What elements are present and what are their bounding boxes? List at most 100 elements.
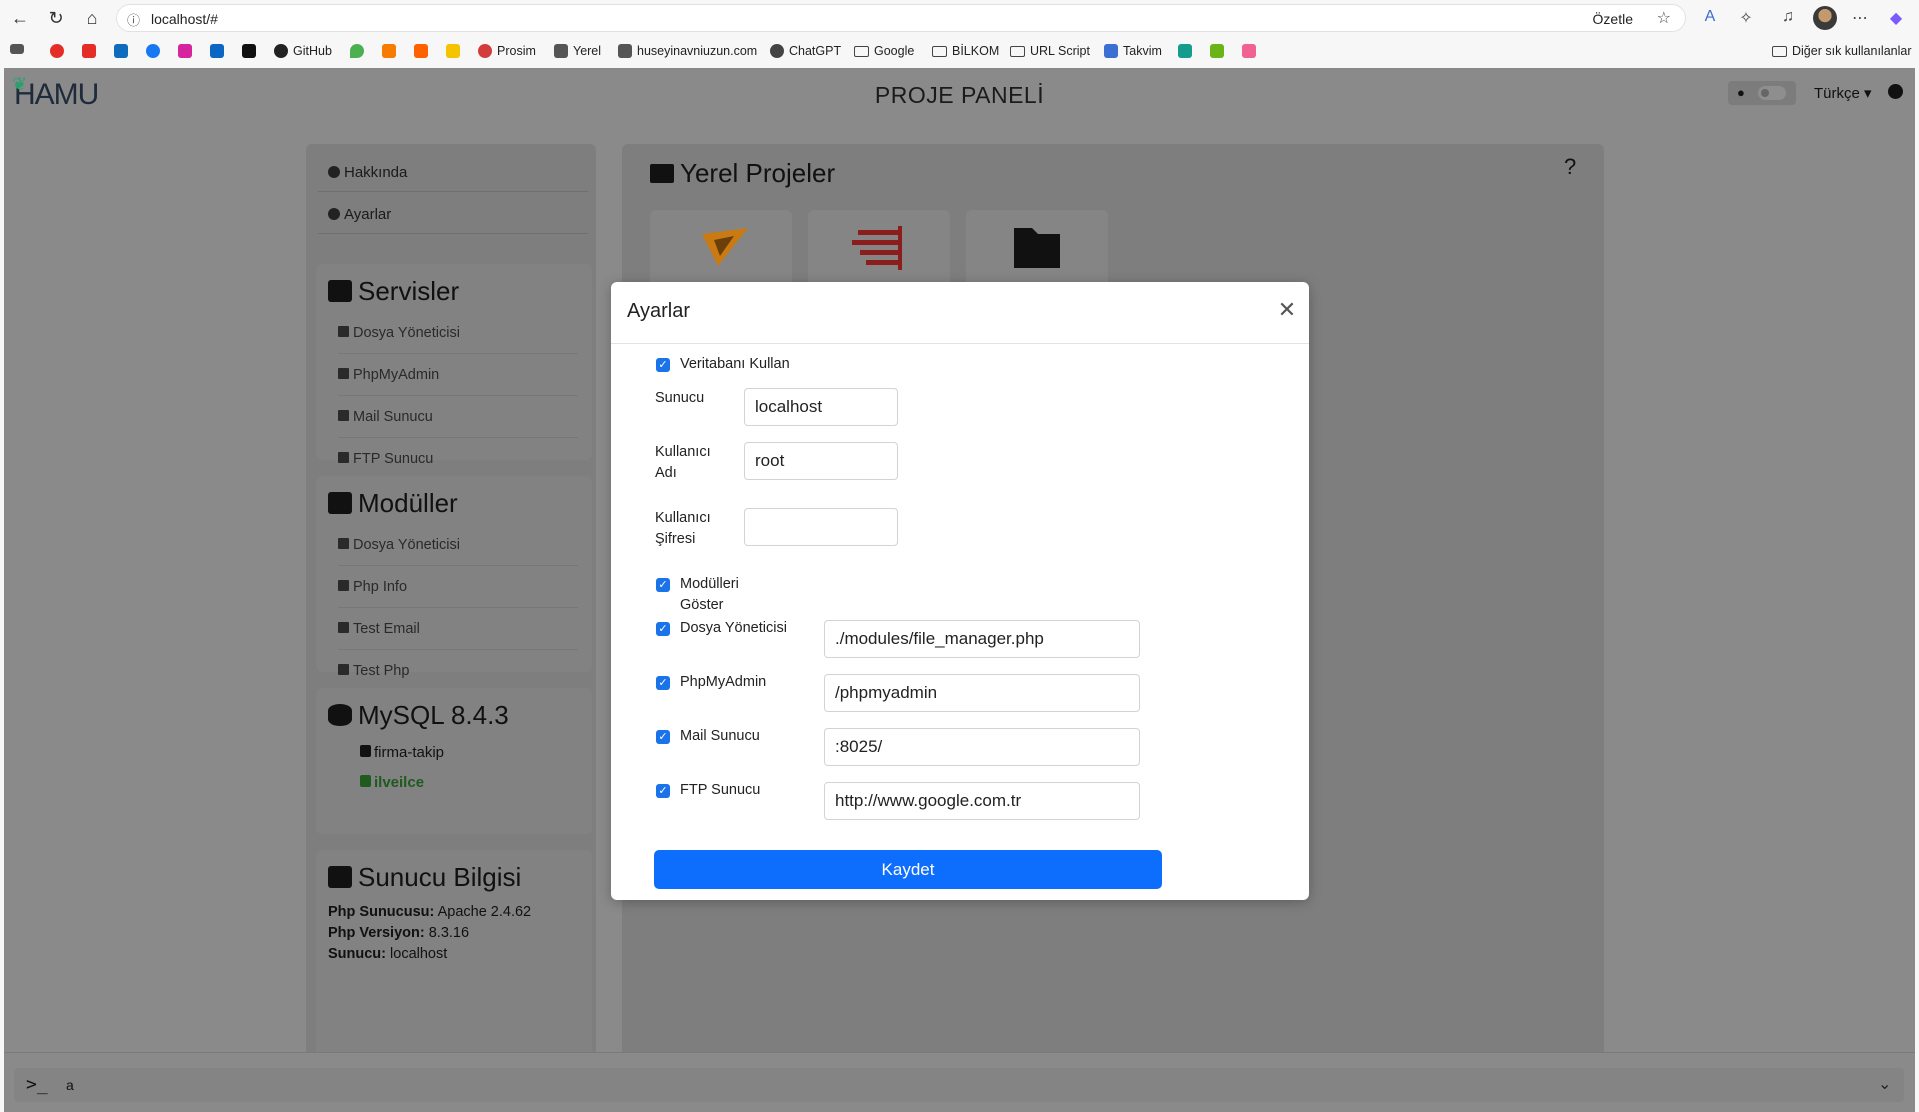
extensions-icon[interactable]: ✧ xyxy=(1736,8,1756,28)
bookmark-youtube-music-icon[interactable] xyxy=(50,44,64,58)
info-icon xyxy=(328,166,340,178)
bookmark-icon-generic[interactable] xyxy=(10,44,24,54)
service-ftp[interactable]: FTP Sunucu xyxy=(338,438,578,480)
console-bar[interactable]: >_ a ⌄ xyxy=(14,1068,1904,1102)
water-drop-icon: ● xyxy=(1737,85,1745,100)
bookmarks-bar: GitHub Prosim Yerel huseyinavniuzun.com … xyxy=(0,40,1919,64)
folder-icon xyxy=(1772,45,1787,57)
module-test-php[interactable]: Test Php xyxy=(338,650,578,692)
save-button[interactable]: Kaydet xyxy=(654,850,1162,889)
bookmark-drop-icon[interactable] xyxy=(350,44,364,58)
bookmark-instagram-icon[interactable] xyxy=(178,44,192,58)
copilot-icon[interactable]: ◆ xyxy=(1886,8,1906,28)
mysql-title: MySQL 8.4.3 xyxy=(328,700,509,731)
bookmark-yerel[interactable]: Yerel xyxy=(554,44,601,58)
service-mail[interactable]: Mail Sunucu xyxy=(338,396,578,438)
database-item-active[interactable]: ilveilce xyxy=(360,774,424,791)
show-modules-label: Modülleri Göster xyxy=(680,576,739,613)
services-title: Servisler xyxy=(328,276,459,307)
cubes-icon xyxy=(328,492,352,514)
bookmark-takvim[interactable]: Takvim xyxy=(1104,44,1162,58)
reload-icon[interactable]: ↻ xyxy=(44,8,68,29)
folder-icon xyxy=(650,164,674,183)
home-icon[interactable]: ⌂ xyxy=(80,8,104,29)
sidebar-item-about[interactable]: Hakkında xyxy=(318,152,588,192)
password-input[interactable] xyxy=(744,508,898,546)
module-php-info[interactable]: Php Info xyxy=(338,566,578,608)
profile-avatar[interactable] xyxy=(1813,6,1837,30)
host-label: Sunucu xyxy=(655,390,705,406)
address-bar[interactable]: ⓘ localhost/# Özetle ☆ xyxy=(116,4,1686,32)
bookmark-green-icon[interactable] xyxy=(1210,44,1224,58)
phpmyadmin-label: PhpMyAdmin xyxy=(680,674,767,690)
modal-header: Ayarlar ✕ xyxy=(611,282,1309,344)
mail-checkbox[interactable]: ✓ xyxy=(656,730,670,744)
bookmark-folder-google[interactable]: Google xyxy=(854,44,914,58)
bookmark-facebook-icon[interactable] xyxy=(146,44,160,58)
back-icon[interactable]: ← xyxy=(8,8,32,29)
console-input[interactable]: a xyxy=(66,1077,74,1093)
username-input[interactable] xyxy=(744,442,898,480)
host-input[interactable] xyxy=(744,388,898,426)
service-file-manager[interactable]: Dosya Yöneticisi xyxy=(338,312,578,354)
database-icon xyxy=(328,704,352,726)
phpmyadmin-checkbox[interactable]: ✓ xyxy=(656,676,670,690)
chevron-down-icon[interactable]: ⌄ xyxy=(1878,1074,1891,1094)
bookmark-folder-url-script[interactable]: URL Script xyxy=(1010,44,1090,58)
folder-icon xyxy=(338,326,349,337)
site-info-icon[interactable]: ⓘ xyxy=(127,10,140,29)
sidebar: Hakkında Ayarlar Servisler Dosya Yönetic… xyxy=(306,144,596,1056)
service-phpmyadmin[interactable]: PhpMyAdmin xyxy=(338,354,578,396)
modal-title: Ayarlar xyxy=(627,300,690,322)
bookmark-orange-icon[interactable] xyxy=(382,44,396,58)
bookmark-x-icon[interactable] xyxy=(242,44,256,58)
ftp-checkbox[interactable]: ✓ xyxy=(656,784,670,798)
module-file-manager[interactable]: Dosya Yöneticisi xyxy=(338,524,578,566)
module-test-email[interactable]: Test Email xyxy=(338,608,578,650)
database-icon xyxy=(338,368,349,379)
favorite-star-icon[interactable]: ☆ xyxy=(1657,8,1671,28)
ftp-label: FTP Sunucu xyxy=(680,782,761,798)
folder-icon xyxy=(932,45,947,57)
help-icon[interactable]: ? xyxy=(1564,154,1576,180)
summarize-button[interactable]: Özetle xyxy=(1593,11,1633,27)
bookmark-other-folder[interactable]: Diğer sık kullanılanlar xyxy=(1772,44,1912,58)
mysql-card: MySQL 8.4.3 firma-takip ilveilce xyxy=(316,688,592,834)
globe-icon[interactable] xyxy=(1888,84,1903,99)
database-item[interactable]: firma-takip xyxy=(360,744,444,761)
bookmark-chatgpt[interactable]: ChatGPT xyxy=(770,44,841,58)
file-manager-input[interactable] xyxy=(824,620,1140,658)
phpmyadmin-input[interactable] xyxy=(824,674,1140,712)
folder-icon xyxy=(854,45,869,57)
mail-input[interactable] xyxy=(824,728,1140,766)
bookmark-youtube-icon[interactable] xyxy=(82,44,96,58)
media-icon[interactable]: ♫ xyxy=(1778,8,1798,26)
use-database-checkbox[interactable]: ✓ xyxy=(656,358,670,372)
bookmark-folder-bilkom[interactable]: BİLKOM xyxy=(932,44,999,58)
theme-switch[interactable] xyxy=(1758,86,1786,100)
server-info-title: Sunucu Bilgisi xyxy=(328,862,521,893)
more-icon[interactable]: ⋯ xyxy=(1850,8,1870,28)
bookmark-hb-icon[interactable] xyxy=(414,44,428,58)
bookmark-s-icon[interactable] xyxy=(446,44,460,58)
mail-label: Mail Sunucu xyxy=(680,728,760,744)
server-icon xyxy=(328,866,352,888)
show-modules-checkbox[interactable]: ✓ xyxy=(656,578,670,592)
sidebar-item-settings[interactable]: Ayarlar xyxy=(318,194,588,234)
translate-icon[interactable]: A xyxy=(1700,8,1720,26)
bookmark-github[interactable]: GitHub xyxy=(274,44,332,58)
ftp-input[interactable] xyxy=(824,782,1140,820)
use-database-label: Veritabanı Kullan xyxy=(680,356,790,372)
bookmark-prosim[interactable]: Prosim xyxy=(478,44,536,58)
theme-toggle[interactable]: ● xyxy=(1728,81,1796,105)
bookmark-pink-icon[interactable] xyxy=(1242,44,1256,58)
language-dropdown[interactable]: Türkçe ▾ xyxy=(1814,84,1872,102)
bookmark-huseyinavniuzun[interactable]: huseyinavniuzun.com xyxy=(618,44,757,58)
file-manager-checkbox[interactable]: ✓ xyxy=(656,622,670,636)
bookmark-linkedin-icon[interactable] xyxy=(210,44,224,58)
bookmark-teal-icon[interactable] xyxy=(1178,44,1192,58)
projects-title: Yerel Projeler xyxy=(650,158,835,189)
file-icon xyxy=(338,580,349,591)
bookmark-outlook-icon[interactable] xyxy=(114,44,128,58)
close-icon[interactable]: ✕ xyxy=(1275,298,1299,322)
